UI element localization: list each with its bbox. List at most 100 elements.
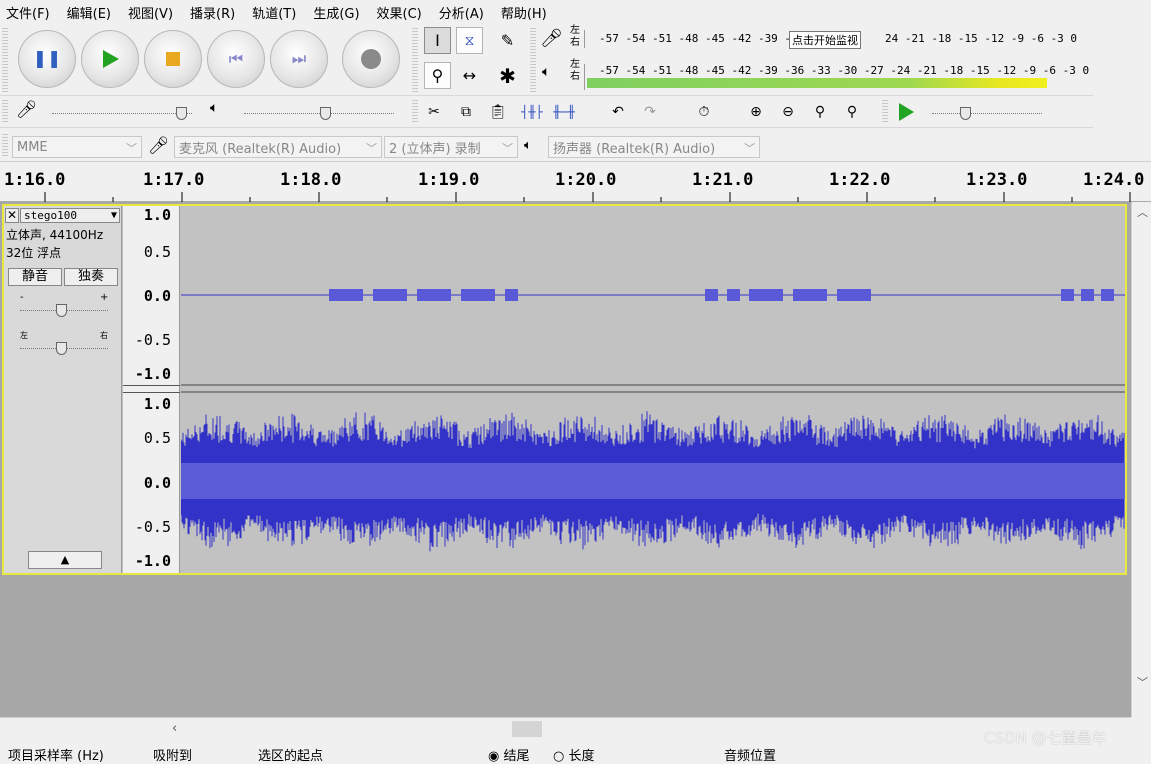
zoom-toolbar: ⊕ ⊖ ⚲ ⚲ <box>730 96 880 128</box>
menu-edit[interactable]: 编辑(E) <box>67 3 111 22</box>
zoom-in-button[interactable]: ⊕ <box>744 100 768 124</box>
multi-tool[interactable]: ✱ <box>494 62 521 89</box>
fit-project-button[interactable]: ⚲ <box>840 100 864 124</box>
undo-button[interactable]: ↶ <box>606 100 630 124</box>
timeline-ruler[interactable]: 1:16.0 1:17.0 1:18.0 1:19.0 1:20.0 1:21.… <box>0 162 1151 202</box>
toolbar-grip[interactable] <box>2 134 8 158</box>
playback-meter-level <box>587 78 1047 88</box>
skip-to-start-button[interactable]: ⏮ <box>207 30 265 88</box>
toolbar-grip[interactable] <box>2 100 8 124</box>
menu-view[interactable]: 视图(V) <box>128 3 173 22</box>
silence-button[interactable]: ╫─╫ <box>552 100 576 124</box>
input-volume-slider[interactable] <box>52 113 192 114</box>
playback-device-value: 扬声器 (Realtek(R) Audio) <box>553 141 716 157</box>
trim-button[interactable]: ┤╫├ <box>520 100 544 124</box>
play-button[interactable] <box>81 30 139 88</box>
ruler-label: 1:24.0 <box>1083 170 1145 190</box>
copy-button[interactable]: ⧉ <box>454 100 478 124</box>
vertical-scrollbar[interactable]: ︿ ﹀ <box>1131 202 1151 717</box>
amp-label: 1.0 <box>143 206 171 224</box>
mute-button[interactable]: 静音 <box>8 268 62 286</box>
output-volume-slider[interactable] <box>244 113 394 114</box>
gain-slider-thumb[interactable] <box>56 304 67 317</box>
menu-transport[interactable]: 播录(R) <box>190 3 235 22</box>
pan-right-label: 右 <box>100 331 108 340</box>
stopwatch-icon: ⏱ <box>698 104 710 120</box>
track-name: stego100 <box>24 209 77 222</box>
pause-button[interactable]: ❚❚ <box>18 30 76 88</box>
recording-channels-select[interactable]: 2 (立体声) 录制 ﹀ <box>384 136 518 158</box>
input-volume-thumb[interactable] <box>176 107 187 120</box>
audio-host-value: MME <box>17 139 48 155</box>
playback-device-select[interactable]: 扬声器 (Realtek(R) Audio) ﹀ <box>548 136 760 158</box>
chevron-down-icon: ﹀ <box>744 142 755 155</box>
collapse-track-button[interactable]: ▲ <box>28 551 102 569</box>
caret-down-icon: ▼ <box>110 210 117 221</box>
toolbar-grip[interactable] <box>412 28 418 92</box>
selection-tool[interactable]: I <box>424 27 451 54</box>
record-button[interactable] <box>342 30 400 88</box>
track-control-panel[interactable]: ✕ stego100 ▼ 立体声, 44100Hz 32位 浮点 静音 独奏 -… <box>4 206 122 573</box>
play-at-speed-toolbar <box>880 96 1093 128</box>
horizontal-scrollbar[interactable]: ‹ <box>0 717 1131 739</box>
ruler-label: 1:18.0 <box>280 170 342 190</box>
record-meter[interactable]: -57 -54 -51 -48 -45 -42 -39 - 点击开始监视 24 … <box>584 30 1090 49</box>
playback-speed-thumb[interactable] <box>960 107 971 120</box>
close-track-button[interactable]: ✕ <box>5 208 19 223</box>
playback-meter[interactable]: -57 -54 -51 -48 -45 -42 -39 -36 -33 -30 … <box>584 64 1090 90</box>
draw-tool[interactable]: ✎ <box>494 27 521 54</box>
skip-to-end-button[interactable]: ⏭ <box>270 30 328 88</box>
paste-button[interactable]: 📋︎ <box>486 100 510 124</box>
waveform-area[interactable] <box>180 206 1125 573</box>
toolbar-grip[interactable] <box>412 100 418 124</box>
fit-selection-button[interactable]: ⚲ <box>808 100 832 124</box>
meter-toolbar: 🎤︎ 左 右 -57 -54 -51 -48 -45 -42 -39 - 点击开… <box>528 24 1093 96</box>
sync-lock-button[interactable]: ⏱ <box>692 100 716 124</box>
waveform-display[interactable] <box>180 206 1125 573</box>
redo-icon: ↷ <box>644 104 656 120</box>
waveform-burst <box>461 289 495 301</box>
time-shift-tool[interactable]: ↔ <box>456 62 483 89</box>
menu-tracks[interactable]: 轨道(T) <box>252 3 296 22</box>
menu-effect[interactable]: 效果(C) <box>377 3 422 22</box>
scroll-up-icon[interactable]: ︿ <box>1137 204 1148 220</box>
envelope-tool[interactable]: ⧖ <box>456 27 483 54</box>
fit-project-icon: ⚲ <box>846 104 858 120</box>
scroll-left-icon[interactable]: ‹ <box>172 721 177 736</box>
asterisk-icon: ✱ <box>499 63 516 88</box>
menu-generate[interactable]: 生成(G) <box>313 3 359 22</box>
amplitude-ruler[interactable]: 1.0 0.5 0.0 -0.5 -1.0 1.0 0.5 0.0 -0.5 -… <box>123 206 180 573</box>
menu-analyze[interactable]: 分析(A) <box>439 3 484 22</box>
rec-channel-left-label: 左 <box>570 25 580 36</box>
amp-label: 0.0 <box>143 474 171 492</box>
scroll-down-icon[interactable]: ﹀ <box>1137 674 1148 690</box>
record-meter-scale-tail: 24 -21 -18 -15 -12 -9 -6 -3 0 <box>885 32 1078 45</box>
recording-device-select[interactable]: 麦克风 (Realtek(R) Audio) ﹀ <box>174 136 382 158</box>
pan-slider-thumb[interactable] <box>56 342 67 355</box>
track-name-menu[interactable]: stego100 ▼ <box>20 208 120 223</box>
cut-button[interactable]: ✂ <box>422 100 446 124</box>
output-volume-thumb[interactable] <box>320 107 331 120</box>
play-icon <box>103 50 119 68</box>
horizontal-scroll-thumb[interactable] <box>512 721 542 737</box>
toolbar-grip[interactable] <box>882 100 888 124</box>
redo-button[interactable]: ↷ <box>638 100 662 124</box>
stop-button[interactable] <box>144 30 202 88</box>
record-meter-prompt[interactable]: 点击开始监视 <box>789 31 861 49</box>
playback-speed-slider[interactable] <box>932 113 1042 114</box>
toolbar-grip[interactable] <box>530 28 536 92</box>
ruler-label: 1:23.0 <box>966 170 1028 190</box>
speaker-icon[interactable]: 🔈︎ <box>542 64 550 80</box>
play-at-speed-icon[interactable] <box>896 102 916 122</box>
menu-help[interactable]: 帮助(H) <box>501 3 547 22</box>
i-beam-icon: I <box>435 31 440 50</box>
audio-host-select[interactable]: MME ﹀ <box>12 136 142 158</box>
solo-button[interactable]: 独奏 <box>64 268 118 286</box>
toolbar-grip[interactable] <box>2 28 8 92</box>
zoom-out-button[interactable]: ⊖ <box>776 100 800 124</box>
microphone-icon[interactable]: 🎤︎ <box>540 28 563 49</box>
zoom-tool[interactable]: ⚲ <box>424 62 451 89</box>
pause-icon: ❚❚ <box>32 48 62 69</box>
menu-file[interactable]: 文件(F) <box>6 3 50 22</box>
amp-label: -0.5 <box>134 331 171 349</box>
